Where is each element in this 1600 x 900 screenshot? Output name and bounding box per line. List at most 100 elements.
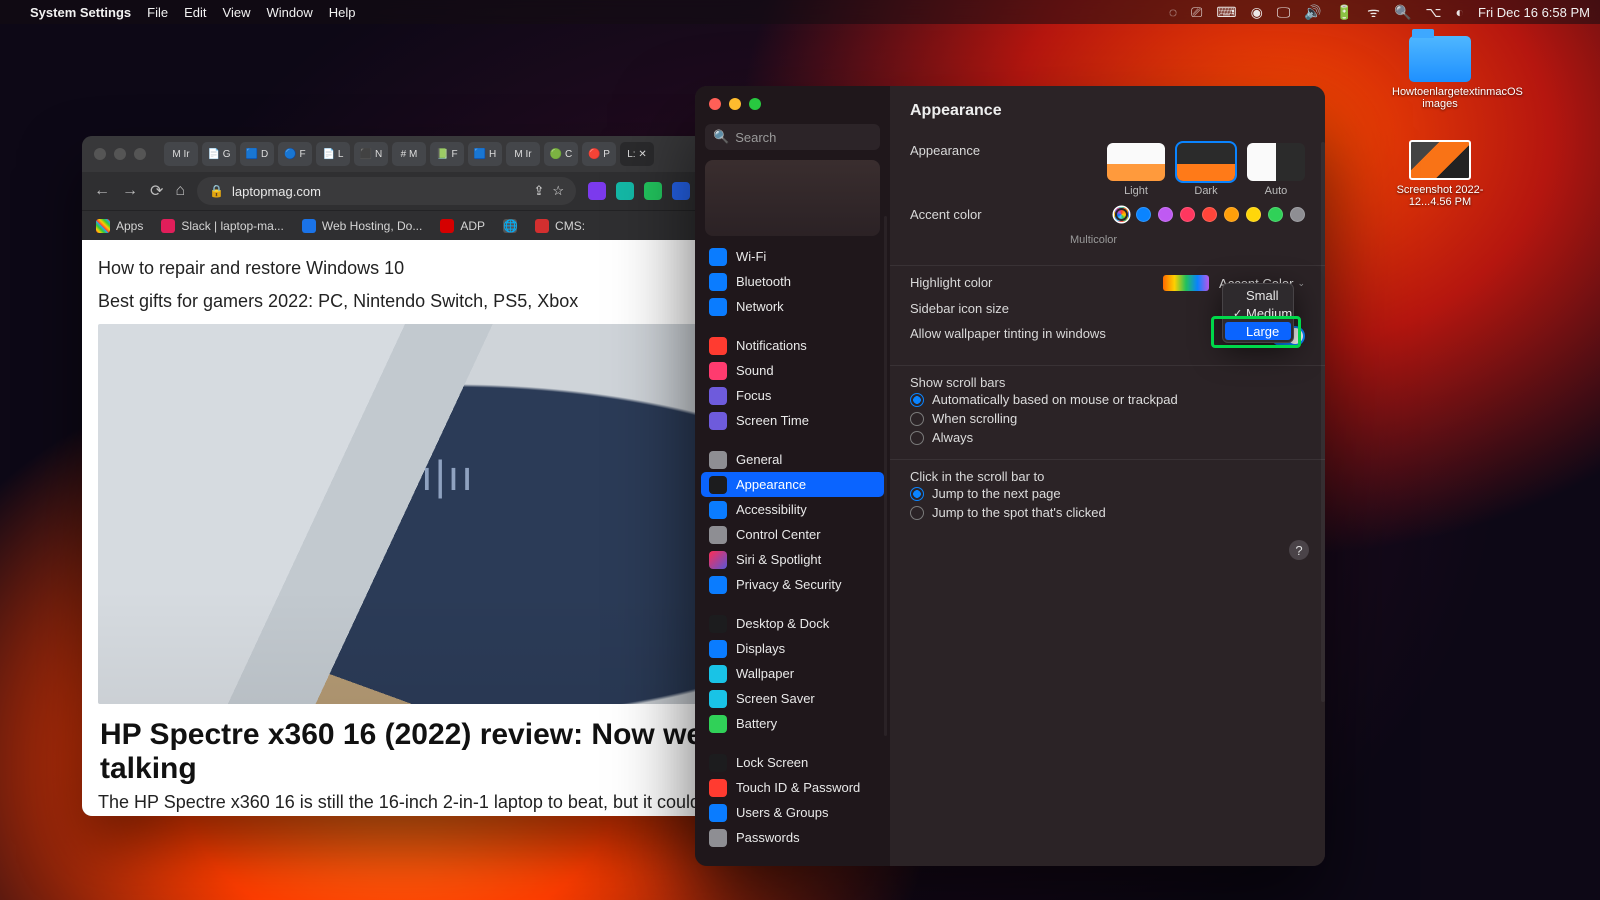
browser-tab[interactable]: 📄 L	[316, 142, 350, 166]
accent-yellow[interactable]	[1246, 207, 1261, 222]
desktop-screenshot[interactable]: Screenshot 2022-12...4.56 PM	[1392, 140, 1488, 208]
sidebar-item-sound[interactable]: Sound	[701, 358, 884, 383]
appearance-option-auto[interactable]: Auto	[1247, 143, 1305, 197]
click-scroll-next[interactable]: Jump to the next page	[910, 486, 1305, 501]
traffic-lights[interactable]	[94, 148, 146, 160]
pane-scrollbar[interactable]	[1321, 142, 1325, 702]
sync-icon[interactable]: ◉	[1251, 4, 1263, 21]
wifi-icon[interactable]: ᯤ	[1367, 3, 1380, 22]
settings-search[interactable]: 🔍 Search	[705, 124, 880, 150]
url-bar[interactable]: 🔒 laptopmag.com ⇪ ☆	[197, 177, 576, 205]
accent-pink[interactable]	[1180, 207, 1195, 222]
bookmark-slack[interactable]: Slack | laptop-ma...	[161, 219, 284, 233]
click-scroll-spot[interactable]: Jump to the spot that's clicked	[910, 505, 1305, 520]
bookmark-globe[interactable]: 🌐	[503, 219, 517, 233]
menu-edit[interactable]: Edit	[184, 5, 206, 20]
article-headline[interactable]: HP Spectre x360 16 (2022) review: Now we…	[100, 718, 796, 786]
sidebar-item-users-groups[interactable]: Users & Groups	[701, 800, 884, 825]
siri-icon[interactable]: ◐	[1456, 4, 1464, 20]
extension-icon[interactable]	[644, 182, 662, 200]
sidebar-item-siri-spotlight[interactable]: Siri & Spotlight	[701, 547, 884, 572]
accent-orange[interactable]	[1224, 207, 1239, 222]
extension-icon[interactable]	[588, 182, 606, 200]
github-icon[interactable]: ◌	[1169, 4, 1177, 20]
menubar-clock[interactable]: Fri Dec 16 6:58 PM	[1478, 5, 1590, 20]
display-icon[interactable]: 🖵	[1277, 4, 1291, 21]
sidebar-item-passwords[interactable]: Passwords	[701, 825, 884, 850]
article-link[interactable]: How to repair and restore Windows 10	[98, 258, 798, 279]
apple-id-tile[interactable]	[705, 160, 880, 236]
browser-tab[interactable]: # M	[392, 142, 426, 166]
menubar-app-name[interactable]: System Settings	[30, 5, 131, 20]
accent-purple[interactable]	[1158, 207, 1173, 222]
accent-blue[interactable]	[1136, 207, 1151, 222]
accent-green[interactable]	[1268, 207, 1283, 222]
size-menu-large[interactable]: Large	[1225, 322, 1291, 340]
window-minimize-icon[interactable]	[729, 98, 741, 110]
accent-multicolor[interactable]	[1114, 207, 1129, 222]
sidebar-item-wallpaper[interactable]: Wallpaper	[701, 661, 884, 686]
extension-icon[interactable]	[672, 182, 690, 200]
spotlight-icon[interactable]: 🔍	[1394, 4, 1411, 21]
sidebar-item-touch-id-password[interactable]: Touch ID & Password	[701, 775, 884, 800]
browser-tab[interactable]: 🔵 F	[278, 142, 312, 166]
appearance-option-dark[interactable]: Dark	[1177, 143, 1235, 197]
menu-help[interactable]: Help	[329, 5, 356, 20]
sidebar-item-screen-time[interactable]: Screen Time	[701, 408, 884, 433]
share-icon[interactable]: ⇪	[533, 183, 544, 199]
sidebar-scrollbar[interactable]	[884, 216, 887, 736]
sidebar-item-desktop-dock[interactable]: Desktop & Dock	[701, 611, 884, 636]
bookmark-star-icon[interactable]: ☆	[552, 183, 564, 199]
sidebar-item-accessibility[interactable]: Accessibility	[701, 497, 884, 522]
sidebar-item-screen-saver[interactable]: Screen Saver	[701, 686, 884, 711]
browser-tab[interactable]: 🟦 D	[240, 142, 274, 166]
size-menu-small[interactable]: Small	[1225, 286, 1291, 304]
sidebar-item-network[interactable]: Network	[701, 294, 884, 319]
browser-tab[interactable]: 🟢 C	[544, 142, 578, 166]
sidebar-item-battery[interactable]: Battery	[701, 711, 884, 736]
browser-tab[interactable]: 📗 F	[430, 142, 464, 166]
sidebar-item-bluetooth[interactable]: Bluetooth	[701, 269, 884, 294]
sidebar-item-control-center[interactable]: Control Center	[701, 522, 884, 547]
sidebar-item-privacy-security[interactable]: Privacy & Security	[701, 572, 884, 597]
bookmark-apps[interactable]: Apps	[96, 219, 143, 233]
browser-tab[interactable]: 🟦 H	[468, 142, 502, 166]
browser-tab[interactable]: M Ir	[164, 142, 198, 166]
browser-tab[interactable]: M Ir	[506, 142, 540, 166]
browser-tab[interactable]: 🔴 P	[582, 142, 616, 166]
nav-back-icon[interactable]: ←	[94, 182, 110, 200]
nav-forward-icon[interactable]: →	[122, 182, 138, 200]
extension-icon[interactable]	[616, 182, 634, 200]
browser-tab[interactable]: ⬛ N	[354, 142, 388, 166]
browser-tab[interactable]: L: ✕	[620, 142, 654, 166]
sidebar-item-notifications[interactable]: Notifications	[701, 333, 884, 358]
menu-view[interactable]: View	[223, 5, 251, 20]
scrollbars-opt-scrolling[interactable]: When scrolling	[910, 411, 1305, 426]
nav-reload-icon[interactable]: ⟳	[150, 181, 163, 201]
sidebar-item-general[interactable]: General	[701, 447, 884, 472]
sidebar-item-wi-fi[interactable]: Wi-Fi	[701, 244, 884, 269]
controlcenter-icon[interactable]: ⌥	[1425, 4, 1441, 21]
appearance-option-light[interactable]: Light	[1107, 143, 1165, 197]
scrollbars-opt-auto[interactable]: Automatically based on mouse or trackpad	[910, 392, 1305, 407]
screenmirror-icon[interactable]: ⎚	[1191, 4, 1202, 21]
sidebar-item-appearance[interactable]: Appearance	[701, 472, 884, 497]
menu-window[interactable]: Window	[266, 5, 312, 20]
browser-tab[interactable]: 📄 G	[202, 142, 236, 166]
bookmark-webhost[interactable]: Web Hosting, Do...	[302, 219, 423, 233]
help-button[interactable]: ?	[1289, 540, 1309, 560]
scrollbars-opt-always[interactable]: Always	[910, 430, 1305, 445]
article-link[interactable]: Best gifts for gamers 2022: PC, Nintendo…	[98, 291, 798, 312]
bookmark-adp[interactable]: ADP	[440, 219, 485, 233]
accent-red[interactable]	[1202, 207, 1217, 222]
battery-icon[interactable]: 🔋	[1336, 4, 1353, 21]
sidebar-item-lock-screen[interactable]: Lock Screen	[701, 750, 884, 775]
window-zoom-icon[interactable]	[749, 98, 761, 110]
volume-icon[interactable]: 🔊	[1304, 4, 1321, 21]
nav-home-icon[interactable]: ⌂	[175, 182, 185, 200]
sidebar-item-focus[interactable]: Focus	[701, 383, 884, 408]
size-menu-medium[interactable]: ✓Medium	[1225, 304, 1291, 322]
keyboard-icon[interactable]: ⌨	[1216, 4, 1236, 21]
sidebar-size-menu[interactable]: Small ✓Medium Large	[1222, 283, 1294, 343]
accent-graphite[interactable]	[1290, 207, 1305, 222]
